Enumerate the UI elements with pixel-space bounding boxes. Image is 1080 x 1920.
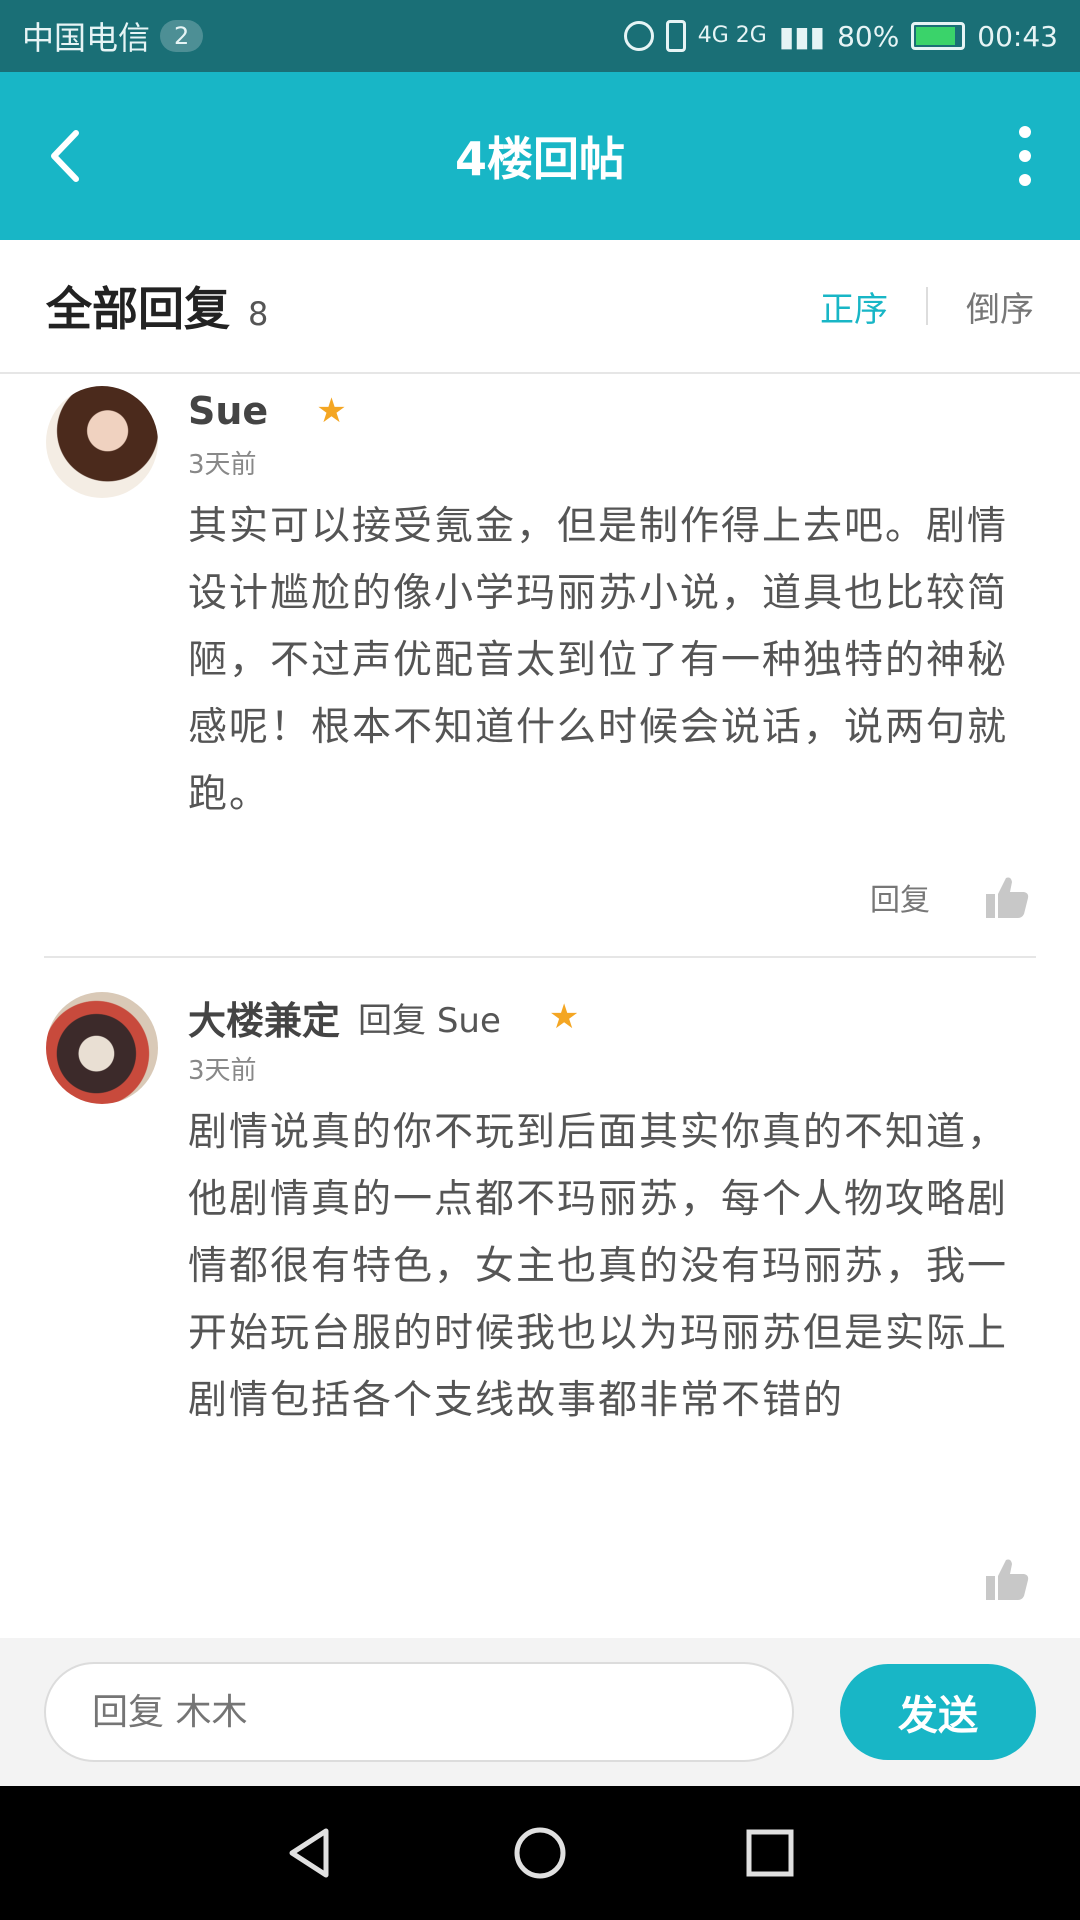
square-recents-icon [746, 1829, 794, 1877]
replies-title: 全部回复 [46, 282, 230, 336]
comment-item: Sue ★ 3天前 其实可以接受氪金，但是制作得上去吧。剧情设计尴尬的像小学玛丽… [44, 376, 1036, 958]
comment-time: 3天前 [188, 450, 257, 480]
thumbs-up-icon [986, 1559, 1029, 1600]
carrier-name: 中国电信 [22, 19, 151, 57]
sort-toggle: 正序 倒序 [820, 282, 1034, 331]
battery-percent: 80% [837, 19, 900, 53]
shooting-star-icon: ★ [548, 997, 580, 1037]
more-dot-icon [1019, 126, 1031, 138]
status-left: 中国电信 2 [22, 13, 204, 59]
app-header: 4楼回帖 [0, 72, 1080, 240]
chevron-left-icon [51, 130, 79, 182]
thumbs-up-icon [986, 877, 1029, 918]
reply-button[interactable]: 回复 [870, 875, 930, 919]
battery-icon [911, 22, 966, 50]
avatar[interactable] [46, 386, 158, 498]
nav-recents-button[interactable] [740, 1823, 800, 1883]
comment-text: 剧情说真的你不玩到后面其实你真的不知道，他剧情真的一点都不玛丽苏，每个人物攻略剧… [188, 1110, 1009, 1423]
comment-text: 其实可以接受氪金，但是制作得上去吧。剧情设计尴尬的像小学玛丽苏小说，道具也比较简… [188, 504, 1009, 817]
page-title: 4楼回帖 [454, 132, 625, 186]
sim-badge: 2 [160, 20, 204, 52]
back-button[interactable] [40, 126, 90, 186]
reply-input[interactable] [44, 1662, 794, 1762]
avatar[interactable] [46, 992, 158, 1104]
more-dot-icon [1019, 150, 1031, 162]
status-bar: 中国电信 2 4G 2G ▮▮▮ 80% 00:43 [0, 0, 1080, 72]
replies-title-group: 全部回复 8 [46, 273, 268, 339]
like-button[interactable] [984, 874, 1030, 920]
nav-back-button[interactable] [280, 1823, 340, 1883]
comment-header: 大楼兼定 回复 Sue ★ [188, 990, 1036, 1045]
sort-descending-button[interactable]: 倒序 [966, 282, 1034, 331]
comment-username[interactable]: Sue [188, 389, 268, 433]
reply-input-bar: 发送 [0, 1638, 1080, 1786]
clock: 00:43 [977, 19, 1058, 53]
reply-to-label: 回复 Sue [358, 1000, 501, 1041]
comment-time: 3天前 [188, 1056, 257, 1086]
vibrate-icon [665, 20, 686, 52]
comment-body: Sue ★ 3天前 其实可以接受氪金，但是制作得上去吧。剧情设计尴尬的像小学玛丽… [188, 386, 1036, 828]
circle-home-icon [514, 1827, 566, 1879]
comment-actions [984, 1556, 1030, 1602]
like-button[interactable] [984, 1556, 1030, 1602]
comment-list: Sue ★ 3天前 其实可以接受氪金，但是制作得上去吧。剧情设计尴尬的像小学玛丽… [0, 376, 1080, 1640]
hotspot-icon [623, 21, 654, 51]
more-options-button[interactable] [1010, 126, 1040, 186]
comment-body: 大楼兼定 回复 Sue ★ 3天前 剧情说真的你不玩到后面其实你真的不知道，他剧… [188, 992, 1036, 1434]
system-nav-bar [0, 1786, 1080, 1920]
comment-actions: 回复 [870, 874, 1030, 920]
network-type: 4G 2G [697, 23, 767, 48]
nav-home-button[interactable] [510, 1823, 570, 1883]
send-button[interactable]: 发送 [840, 1664, 1036, 1760]
comment-item: 大楼兼定 回复 Sue ★ 3天前 剧情说真的你不玩到后面其实你真的不知道，他剧… [44, 958, 1036, 1640]
signal-icon: ▮▮▮ [778, 19, 826, 53]
status-right: 4G 2G ▮▮▮ 80% 00:43 [623, 19, 1058, 53]
comment-header: Sue ★ [188, 386, 1036, 436]
shooting-star-icon: ★ [316, 391, 347, 431]
sort-ascending-button[interactable]: 正序 [820, 282, 888, 331]
more-dot-icon [1019, 174, 1031, 186]
sort-divider [926, 287, 928, 325]
triangle-back-icon [289, 1828, 329, 1878]
replies-count: 8 [248, 295, 269, 333]
comment-username[interactable]: 大楼兼定 [188, 990, 340, 1045]
replies-header: 全部回复 8 正序 倒序 [0, 240, 1080, 374]
